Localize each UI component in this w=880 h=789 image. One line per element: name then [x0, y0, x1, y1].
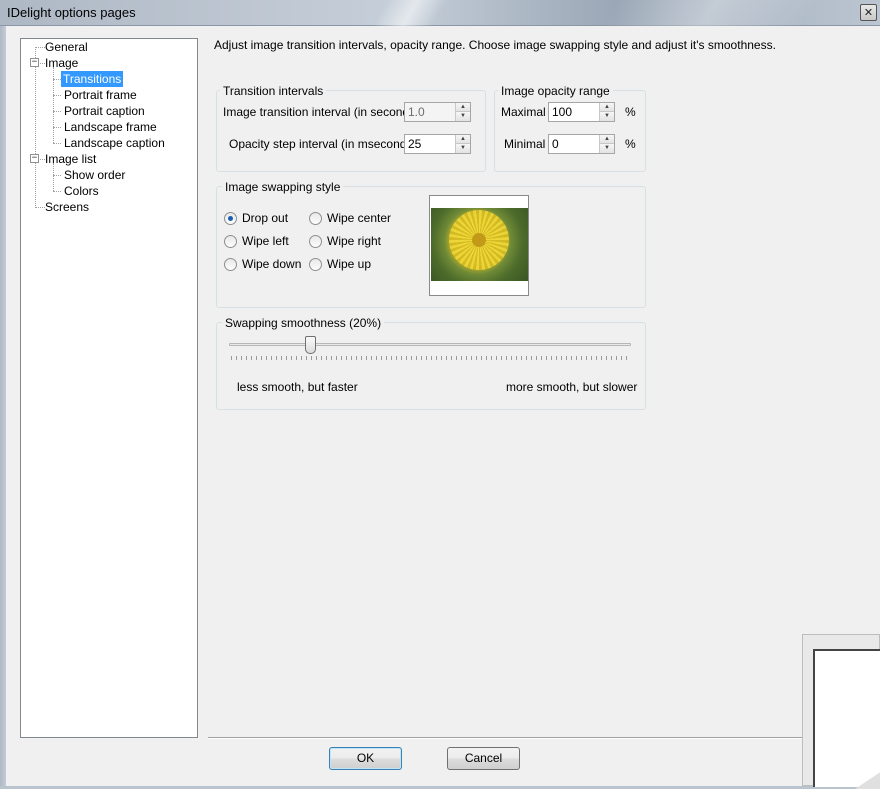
collapse-image-icon[interactable]: − — [30, 58, 39, 67]
maximal-label: Maximal — [501, 105, 546, 119]
options-window: IDelight options pages ✕ − − General Ima… — [0, 0, 880, 789]
page-description: Adjust image transition intervals, opaci… — [214, 38, 776, 52]
swapping-style-title: Image swapping style — [222, 180, 344, 194]
spin-down-icon[interactable]: ▼ — [456, 112, 470, 121]
minimal-unit: % — [625, 137, 636, 151]
footer-separator — [208, 737, 880, 739]
tree-item-screens[interactable]: Screens — [43, 199, 91, 215]
tree-item-transitions[interactable]: Transitions — [61, 71, 124, 87]
title-bar[interactable]: IDelight options pages ✕ — [0, 0, 880, 26]
tree-connector — [53, 95, 61, 96]
window-title: IDelight options pages — [7, 5, 136, 20]
smoothness-group — [216, 322, 646, 410]
tree-connector — [35, 47, 36, 208]
thumbnail-page — [813, 649, 880, 789]
transition-intervals-title: Transition intervals — [220, 84, 327, 98]
ok-button[interactable]: OK — [329, 747, 402, 770]
cancel-button[interactable]: Cancel — [447, 747, 520, 770]
image-interval-label: Image transition interval (in seconds) — [223, 105, 420, 119]
radio-label: Wipe down — [242, 257, 302, 271]
opacity-step-stepper[interactable]: 25 ▲ ▼ — [404, 134, 471, 154]
spin-down-icon[interactable]: ▼ — [600, 112, 614, 121]
tree-item-image[interactable]: Image — [43, 55, 80, 71]
options-tree[interactable]: − − General Image Transitions Portrait f… — [20, 38, 198, 738]
page-curl — [855, 769, 880, 789]
minimal-label: Minimal — [504, 137, 546, 151]
tree-connector — [53, 163, 54, 191]
stepper-arrows: ▲ ▼ — [599, 135, 614, 153]
slider-ticks — [231, 356, 629, 360]
radio-label: Wipe right — [327, 234, 382, 248]
tree-item-landscape-caption[interactable]: Landscape caption — [62, 135, 167, 151]
radio-label: Wipe center — [327, 211, 392, 225]
maximal-unit: % — [625, 105, 636, 119]
maximal-opacity-stepper[interactable]: 100 ▲ ▼ — [548, 102, 615, 122]
collapse-image-list-icon[interactable]: − — [30, 154, 39, 163]
image-interval-value: 1.0 — [408, 105, 425, 119]
tree-connector — [53, 79, 61, 80]
radio-button[interactable] — [224, 212, 237, 225]
maximal-opacity-value: 100 — [552, 105, 573, 119]
tree-connector — [53, 143, 61, 144]
radio-button[interactable] — [224, 235, 237, 248]
tree-item-general[interactable]: General — [43, 39, 90, 55]
radio-button[interactable] — [224, 258, 237, 271]
radio-label: Wipe up — [327, 257, 372, 271]
spin-down-icon[interactable]: ▼ — [456, 144, 470, 153]
tree-item-portrait-caption[interactable]: Portrait caption — [62, 103, 147, 119]
minimal-opacity-stepper[interactable]: 0 ▲ ▼ — [548, 134, 615, 154]
more-smooth-label: more smooth, but slower — [506, 380, 638, 394]
opacity-step-label: Opacity step interval (in mseconds) — [229, 137, 417, 151]
tree-connector — [53, 191, 61, 192]
tree-item-image-list[interactable]: Image list — [43, 151, 98, 167]
stepper-arrows: ▲ ▼ — [599, 103, 614, 121]
transition-preview — [429, 195, 529, 296]
tree-item-portrait-frame[interactable]: Portrait frame — [62, 87, 139, 103]
dandelion-preview-image — [431, 208, 528, 281]
tree-connector — [53, 127, 61, 128]
less-smooth-label: less smooth, but faster — [237, 380, 358, 394]
opacity-range-title: Image opacity range — [498, 84, 613, 98]
close-icon[interactable]: ✕ — [860, 4, 877, 21]
radio-button[interactable] — [309, 235, 322, 248]
radio-button[interactable] — [309, 212, 322, 225]
title-bar-glare — [602, 0, 818, 26]
spin-down-icon[interactable]: ▼ — [600, 144, 614, 153]
tree-item-show-order[interactable]: Show order — [62, 167, 127, 183]
radio-label: Drop out — [242, 211, 289, 225]
tree-item-colors[interactable]: Colors — [62, 183, 101, 199]
desktop-thumbnail — [802, 634, 880, 789]
stepper-arrows: ▲ ▼ — [455, 103, 470, 121]
smoothness-title: Swapping smoothness (20%) — [222, 316, 385, 330]
tree-connector — [53, 111, 61, 112]
stepper-arrows: ▲ ▼ — [455, 135, 470, 153]
spin-up-icon[interactable]: ▲ — [456, 103, 470, 112]
spin-up-icon[interactable]: ▲ — [600, 135, 614, 144]
spin-up-icon[interactable]: ▲ — [456, 135, 470, 144]
smoothness-slider-track[interactable] — [229, 343, 631, 346]
opacity-step-value: 25 — [408, 137, 422, 151]
spin-up-icon[interactable]: ▲ — [600, 103, 614, 112]
tree-connector — [53, 175, 61, 176]
image-interval-stepper[interactable]: 1.0 ▲ ▼ — [404, 102, 471, 122]
title-bar-glare — [372, 0, 448, 26]
tree-item-landscape-frame[interactable]: Landscape frame — [62, 119, 159, 135]
radio-button[interactable] — [309, 258, 322, 271]
radio-label: Wipe left — [242, 234, 289, 248]
window-frame-left — [0, 26, 6, 786]
smoothness-slider-thumb[interactable] — [305, 336, 316, 354]
minimal-opacity-value: 0 — [552, 137, 559, 151]
